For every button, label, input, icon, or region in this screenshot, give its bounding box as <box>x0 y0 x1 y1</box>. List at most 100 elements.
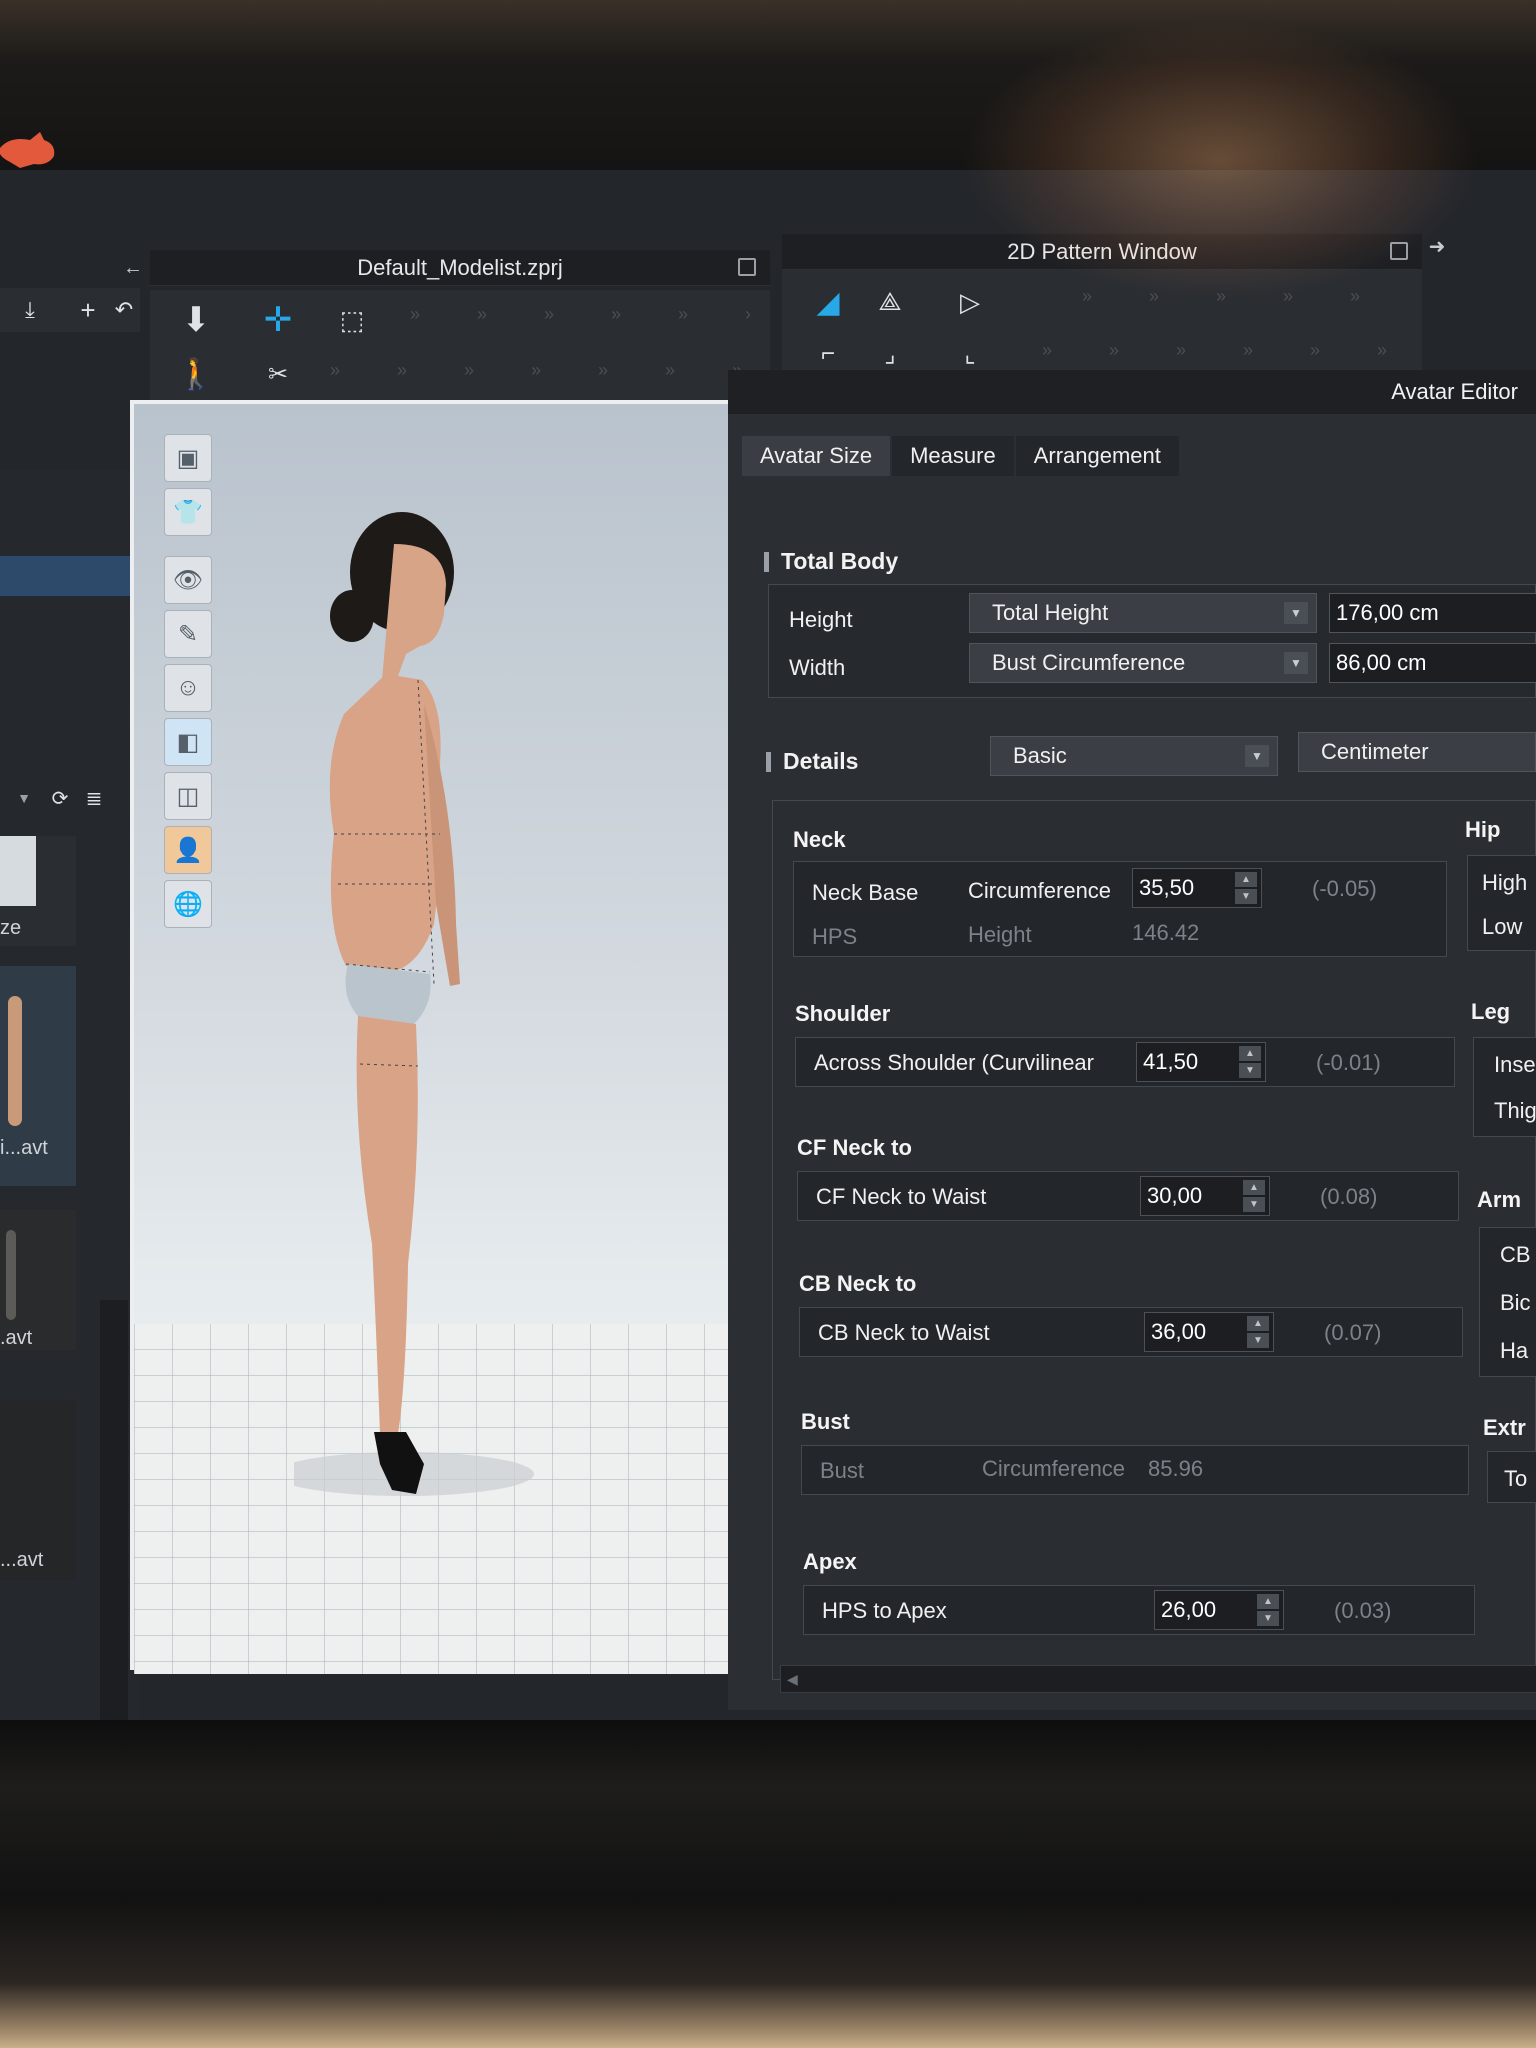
spin-arrows[interactable]: ▲ ▼ <box>1235 872 1257 904</box>
layer-icon[interactable]: ◫ <box>164 772 212 820</box>
transform-pattern-icon[interactable]: ◢ <box>810 284 846 320</box>
popout-icon[interactable] <box>738 258 756 276</box>
across-shoulder-spinbox[interactable]: 41,50 ▲ ▼ <box>1136 1042 1266 1082</box>
back-icon[interactable]: ↶ <box>106 292 142 328</box>
shirt-icon[interactable]: 👕 <box>164 488 212 536</box>
2d-toolbar: ◢ ⟁ ▷ ⌐ ⌟ ⌞ » » » » » » » » » » » » » <box>782 270 1422 380</box>
spin-arrows[interactable]: ▲ ▼ <box>1247 1316 1269 1348</box>
cb-neck-waist-label: CB Neck to Waist <box>818 1320 990 1345</box>
library-panel: ▼ ⟳ ≣ ze i...avt .avt ...avt <box>0 470 140 2048</box>
tab-measure[interactable]: Measure <box>892 436 1014 476</box>
library-item[interactable]: .avt <box>0 1210 76 1350</box>
neck-base-label: Neck Base <box>812 880 919 905</box>
height-value-field[interactable]: 176,00 cm <box>1329 593 1536 633</box>
cf-neck-waist-spinbox[interactable]: 30,00 ▲ ▼ <box>1140 1176 1270 1216</box>
collapse-arrow-icon[interactable]: ← <box>118 250 148 286</box>
library-item[interactable]: ze <box>0 836 76 946</box>
leg-thigh-label: Thig <box>1494 1098 1536 1123</box>
pin-tool-icon[interactable]: ✂ <box>260 356 296 392</box>
unit-dropdown[interactable]: Centimeter <box>1298 732 1536 772</box>
cb-neck-waist-delta: (0.07) <box>1324 1320 1382 1345</box>
dart-icon[interactable]: ⌞ <box>952 336 988 372</box>
leg-group-title: Leg <box>1471 999 1511 1024</box>
neck-base-spinbox[interactable]: 35,50 ▲ ▼ <box>1132 868 1262 908</box>
brush-icon[interactable]: ✎ <box>164 610 212 658</box>
arm-group-title: Arm <box>1477 1187 1522 1212</box>
across-shoulder-label: Across Shoulder (Curvilinear <box>814 1050 1094 1075</box>
arm-hand-label: Ha <box>1500 1338 1529 1363</box>
avatar-icon[interactable]: 👤 <box>164 826 212 874</box>
cb-neck-waist-spinbox[interactable]: 36,00 ▲ ▼ <box>1144 1312 1274 1352</box>
curve-point-icon[interactable]: ⌟ <box>872 336 908 372</box>
toolbar-grip: » » » » » » <box>1082 286 1402 306</box>
select-box-icon[interactable]: ⬚ <box>334 302 370 338</box>
dropdown-arrow-icon[interactable]: ▼ <box>6 780 42 816</box>
leg-box: Inse Thig <box>1473 1037 1536 1137</box>
hps-apex-label: HPS to Apex <box>822 1598 947 1623</box>
leg-inseam-label: Inse <box>1494 1052 1536 1077</box>
edit-point-icon[interactable]: ⟁ <box>872 284 908 320</box>
neck-base-type: Circumference <box>968 878 1112 903</box>
extra-item-label: To <box>1504 1466 1528 1491</box>
library-selection[interactable] <box>0 556 140 596</box>
download-icon[interactable]: ⤓ <box>12 292 48 328</box>
height-mode-dropdown[interactable]: Total Height ▼ <box>969 593 1317 633</box>
cf-neck-row: CF Neck to Waist 30,00 ▲ ▼ (0.08) <box>797 1171 1459 1221</box>
move-tool-icon[interactable]: ✛ <box>260 301 296 339</box>
tab-avatar-size[interactable]: Avatar Size <box>742 436 891 476</box>
expand-arrow-icon[interactable]: ➜ <box>1422 228 1452 264</box>
width-mode-value: Bust Circumference <box>992 650 1186 675</box>
bust-type: Circumference <box>982 1456 1126 1481</box>
segment-icon[interactable]: ⌐ <box>810 336 846 372</box>
spin-arrows[interactable]: ▲ ▼ <box>1257 1594 1279 1626</box>
hps-apex-spinbox[interactable]: 26,00 ▲ ▼ <box>1154 1590 1284 1630</box>
simulate-down-icon[interactable]: ⬇ <box>178 301 214 339</box>
list-view-icon[interactable]: ≣ <box>76 780 112 816</box>
width-value-field[interactable]: 86,00 cm <box>1329 643 1536 683</box>
bust-label: Bust <box>820 1458 865 1483</box>
hip-high-label: High <box>1482 870 1528 895</box>
hip-box: High Low <box>1467 855 1536 951</box>
cube-icon[interactable]: ▣ <box>164 434 212 482</box>
details-section-title: Details <box>766 748 858 775</box>
viewport-toolbar: ▣ 👕 👁 ✎ ☺ ◧ ◫ 👤 🌐 <box>164 434 216 934</box>
scroll-left-icon[interactable]: ◀ <box>787 1671 798 1688</box>
library-item[interactable]: ...avt <box>0 1400 76 1580</box>
shoulder-row: Across Shoulder (Curvilinear 41,50 ▲ ▼ (-… <box>795 1037 1455 1087</box>
3d-viewport[interactable]: ▣ 👕 👁 ✎ ☺ ◧ ◫ 👤 🌐 <box>130 400 740 1674</box>
walk-pose-icon[interactable]: 🚶 <box>177 356 214 392</box>
chevron-down-icon: ▼ <box>1245 745 1269 767</box>
chevron-down-icon: ▼ <box>1284 652 1308 674</box>
library-toolbar: ⤓ + ↶ <box>0 288 140 332</box>
spin-arrows[interactable]: ▲ ▼ <box>1239 1046 1261 1078</box>
details-title: Details <box>783 748 859 774</box>
globe-icon[interactable]: 🌐 <box>164 880 212 928</box>
toolbar-grip: » » » » » » » <box>410 304 750 324</box>
width-mode-dropdown[interactable]: Bust Circumference ▼ <box>969 643 1317 683</box>
hps-height-value: 146.42 <box>1132 920 1200 945</box>
spin-arrows[interactable]: ▲ ▼ <box>1243 1180 1265 1212</box>
avatar-visibility-icon[interactable]: ☺ <box>164 664 212 712</box>
total-body-section-title: Total Body <box>764 548 898 575</box>
height-label: Height <box>789 607 853 632</box>
avatar-editor-header: Avatar Editor <box>728 370 1536 414</box>
across-shoulder-value: 41,50 <box>1143 1049 1199 1074</box>
neck-rows: Neck Base Circumference 35,50 ▲ ▼ (-0.05)… <box>793 861 1447 957</box>
add-icon[interactable]: + <box>70 292 106 328</box>
toolbar-grip: » » » » » » » <box>1042 340 1402 360</box>
refresh-icon[interactable]: ⟳ <box>42 780 78 816</box>
hps-label: HPS <box>812 924 858 949</box>
total-body-box: Height Total Height ▼ 176,00 cm Width Bu… <box>768 584 1536 698</box>
photo-frame: Default_Modelist.zprj ← 2D Pattern Windo… <box>0 0 1536 2048</box>
hip-low-label: Low <box>1482 914 1523 939</box>
polygon-icon[interactable]: ▷ <box>952 284 988 320</box>
library-item[interactable]: i...avt <box>0 966 76 1186</box>
popout-icon[interactable] <box>1390 242 1408 260</box>
garment-visibility-icon[interactable]: 👁 <box>164 556 212 604</box>
cf-neck-waist-delta: (0.08) <box>1320 1184 1378 1209</box>
tab-arrangement[interactable]: Arrangement <box>1015 436 1179 476</box>
hps-apex-value: 26,00 <box>1161 1597 1217 1622</box>
detail-level-dropdown[interactable]: Basic ▼ <box>990 736 1278 776</box>
editor-horizontal-scrollbar[interactable]: ◀ <box>780 1665 1536 1693</box>
texture-icon[interactable]: ◧ <box>164 718 212 766</box>
